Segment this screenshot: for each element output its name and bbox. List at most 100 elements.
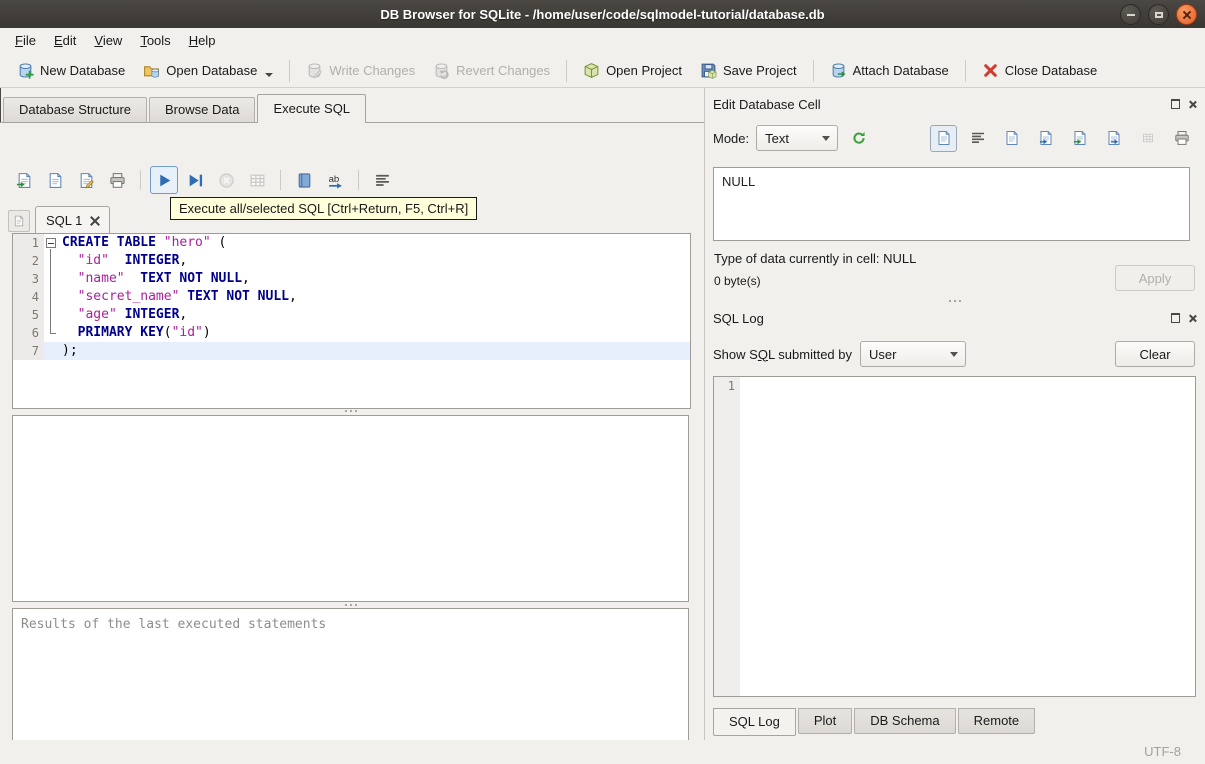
- write-changes-button: Write Changes: [297, 58, 424, 83]
- save-view-button[interactable]: [290, 166, 318, 194]
- tab-browse-data[interactable]: Browse Data: [149, 97, 256, 122]
- close-button[interactable]: [1176, 4, 1197, 25]
- tab-database-structure[interactable]: Database Structure: [3, 97, 148, 122]
- splitter-handle[interactable]: [12, 408, 689, 414]
- import-cell-icon: [1038, 130, 1054, 146]
- revert-changes-icon: [433, 62, 450, 79]
- attach-database-button[interactable]: Attach Database: [821, 58, 958, 83]
- float-icon: [1171, 313, 1180, 323]
- auto-detect-button[interactable]: [845, 125, 872, 152]
- mode-value: Text: [765, 130, 789, 146]
- menu-edit[interactable]: Edit: [45, 29, 85, 53]
- tab-execute-sql[interactable]: Execute SQL: [257, 94, 367, 123]
- print-cell-button[interactable]: [1168, 125, 1195, 152]
- save-cell-button[interactable]: [1100, 125, 1127, 152]
- menu-help[interactable]: Help: [180, 29, 225, 53]
- open-sql-file-button[interactable]: [10, 166, 38, 194]
- editor-line[interactable]: 5 "age" INTEGER,: [13, 306, 690, 324]
- editor-line[interactable]: 6 PRIMARY KEY("id"): [13, 324, 690, 342]
- main-toolbar: New Database Open Database Write Changes…: [0, 54, 1205, 88]
- execute-tooltip: Execute all/selected SQL [Ctrl+Return, F…: [170, 197, 478, 220]
- fold-collapse-icon[interactable]: [44, 234, 58, 252]
- open-database-button[interactable]: Open Database: [134, 58, 282, 83]
- find-replace-icon: [327, 172, 344, 189]
- splitter-dots-icon: [349, 410, 352, 412]
- save-project-button[interactable]: Save Project: [691, 58, 806, 83]
- new-database-button[interactable]: New Database: [8, 58, 134, 83]
- maximize-button[interactable]: [1148, 4, 1169, 25]
- save-project-label: Save Project: [722, 63, 797, 78]
- print-button[interactable]: [103, 166, 131, 194]
- export-cell-button[interactable]: [1066, 125, 1093, 152]
- open-project-icon: [583, 62, 600, 79]
- editor-line[interactable]: 7);: [13, 342, 690, 360]
- menu-view[interactable]: View: [85, 29, 131, 53]
- fold-margin: [44, 306, 58, 324]
- minimize-button[interactable]: [1120, 4, 1141, 25]
- menu-tools[interactable]: Tools: [131, 29, 179, 53]
- toolbar-separator: [280, 170, 281, 190]
- execute-all-button[interactable]: [150, 166, 178, 194]
- write-changes-icon: [306, 62, 323, 79]
- save-project-icon: [700, 62, 717, 79]
- tab-db-schema[interactable]: DB Schema: [854, 708, 956, 734]
- close-panel-button[interactable]: [1186, 312, 1199, 325]
- save-sql-file-button[interactable]: [41, 166, 69, 194]
- bottom-tab-bar: SQL Log Plot DB Schema Remote: [713, 708, 1037, 736]
- menu-file[interactable]: File: [6, 29, 45, 53]
- open-project-button[interactable]: Open Project: [574, 58, 691, 83]
- close-panel-button[interactable]: [1186, 98, 1199, 111]
- open-database-label: Open Database: [166, 63, 258, 78]
- close-tab-icon[interactable]: [90, 216, 99, 225]
- tab-remote[interactable]: Remote: [957, 708, 1036, 734]
- export-results-button: [243, 166, 271, 194]
- execute-line-icon: [187, 172, 204, 189]
- tab-sql-log[interactable]: SQL Log: [713, 708, 796, 736]
- auto-detect-icon: [851, 130, 867, 146]
- float-panel-button[interactable]: [1169, 98, 1182, 111]
- editor-line[interactable]: 1 CREATE TABLE "hero" (: [13, 234, 690, 252]
- panel-splitter-handle[interactable]: [705, 300, 1205, 302]
- new-tab-icon: [13, 215, 25, 227]
- sql-editor[interactable]: 1 CREATE TABLE "hero" (2 "id" INTEGER, 3 "…: [12, 233, 691, 409]
- print-cell-icon: [1174, 130, 1190, 146]
- submitted-by-value: User: [869, 346, 897, 362]
- word-wrap-button[interactable]: [964, 125, 991, 152]
- execute-sql-page: Execute all/selected SQL [Ctrl+Return, F…: [0, 122, 704, 757]
- clear-log-button[interactable]: Clear: [1115, 341, 1195, 367]
- text-mode-button[interactable]: [930, 124, 957, 152]
- main-area: Database Structure Browse Data Execute S…: [0, 88, 704, 757]
- copy-cell-button[interactable]: [998, 125, 1025, 152]
- editor-line[interactable]: 3 "name" TEXT NOT NULL,: [13, 270, 690, 288]
- toolbar-separator: [289, 59, 291, 82]
- float-icon: [1171, 99, 1180, 109]
- statusbar: UTF-8: [0, 740, 1205, 764]
- open-database-icon: [143, 62, 160, 79]
- mode-combobox[interactable]: Text: [756, 125, 839, 151]
- open-database-dropdown-icon[interactable]: [265, 72, 274, 77]
- find-replace-button[interactable]: [321, 166, 349, 194]
- log-line-number: 1: [714, 377, 740, 696]
- sql-editor-lines: 1 CREATE TABLE "hero" (2 "id" INTEGER, 3 "…: [13, 234, 690, 360]
- cell-editor[interactable]: NULL: [713, 167, 1190, 241]
- sql-document-tab[interactable]: SQL 1: [35, 206, 111, 234]
- editor-line[interactable]: 2 "id" INTEGER,: [13, 252, 690, 270]
- maximize-icon: [1154, 11, 1163, 18]
- format-sql-button[interactable]: [368, 166, 396, 194]
- float-panel-button[interactable]: [1169, 312, 1182, 325]
- execute-line-button[interactable]: [181, 166, 209, 194]
- fold-margin: [44, 342, 58, 360]
- line-number: 5: [13, 306, 44, 324]
- sql-log-view[interactable]: 1: [713, 376, 1196, 697]
- new-database-icon: [17, 62, 34, 79]
- cell-value: NULL: [722, 174, 756, 189]
- save-sql-file-as-button[interactable]: [72, 166, 100, 194]
- results-message-pane[interactable]: Results of the last executed statements: [12, 608, 689, 757]
- close-database-button[interactable]: Close Database: [973, 58, 1107, 83]
- import-cell-button[interactable]: [1032, 125, 1059, 152]
- results-grid-pane[interactable]: [12, 415, 689, 602]
- editor-line[interactable]: 4 "secret_name" TEXT NOT NULL,: [13, 288, 690, 306]
- tab-plot[interactable]: Plot: [797, 708, 853, 734]
- new-sql-tab-button[interactable]: [8, 210, 30, 232]
- submitted-by-combobox[interactable]: User: [860, 341, 966, 367]
